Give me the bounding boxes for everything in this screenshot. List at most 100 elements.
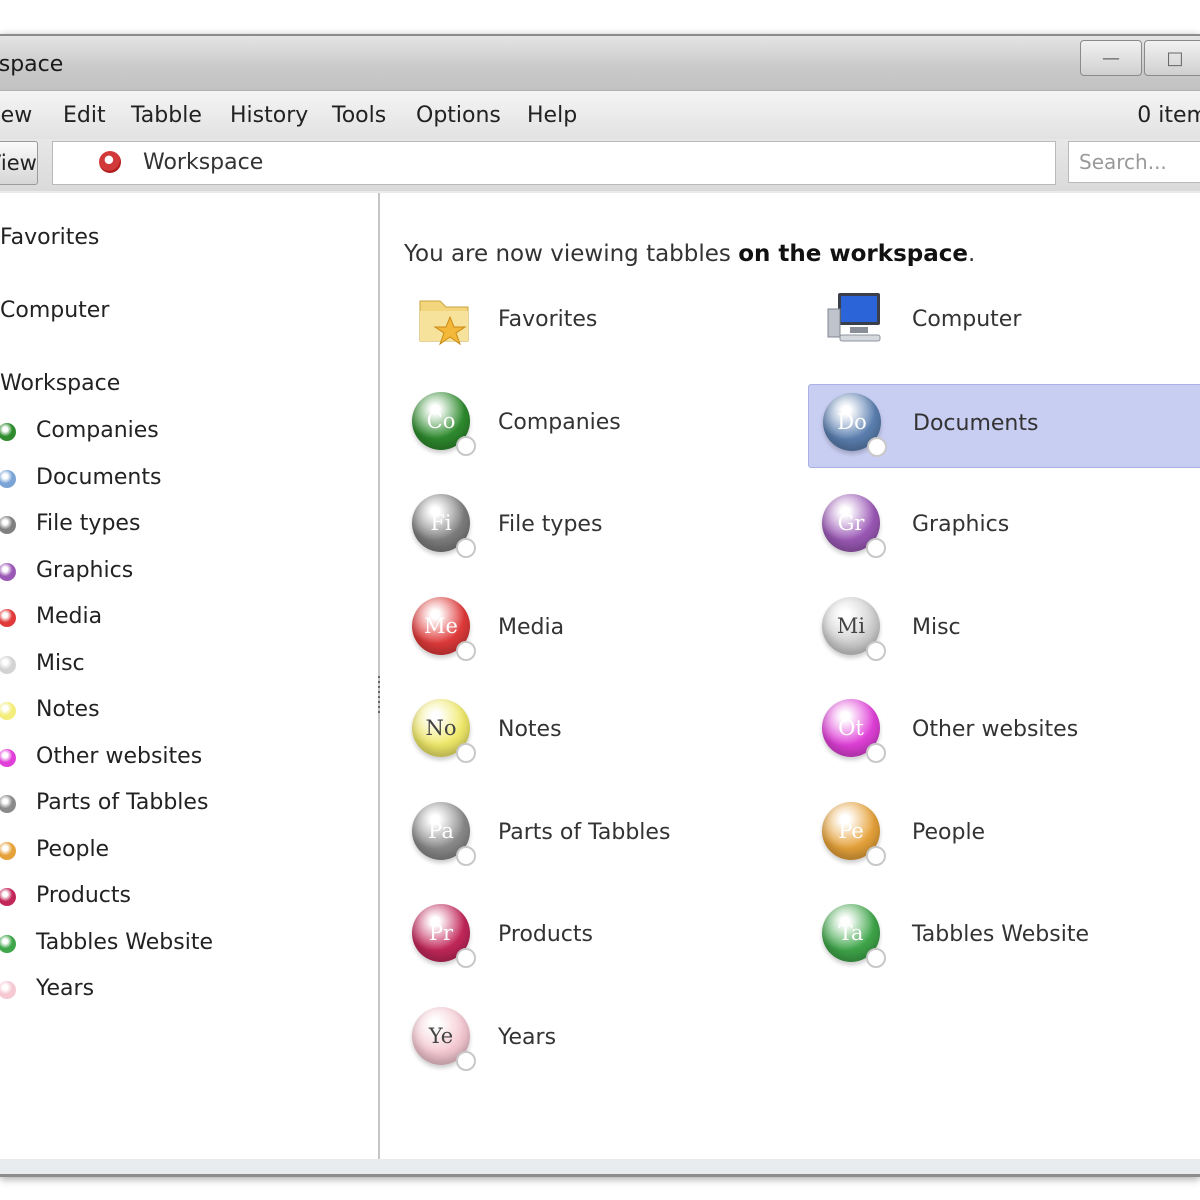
sidebar-item[interactable]: Companies — [0, 418, 159, 443]
sidebar-item-workspace[interactable]: Workspace — [0, 371, 120, 396]
sidebar-item[interactable]: Years — [0, 976, 94, 1001]
menu-tools[interactable]: Tools — [332, 103, 386, 128]
view-button[interactable]: View — [0, 141, 38, 185]
tabble-tile[interactable]: Pe People — [808, 794, 1200, 876]
tabble-dot-icon — [0, 934, 16, 953]
sidebar-item[interactable]: Other websites — [0, 744, 202, 769]
tabble-abbr: Do — [837, 409, 867, 434]
badge-icon — [456, 948, 476, 968]
tabble-dot-icon — [0, 655, 16, 674]
sidebar-item-label: Media — [36, 604, 103, 629]
maximize-button[interactable]: □ — [1144, 40, 1200, 76]
tabble-tile[interactable]: Co Companies — [398, 384, 798, 466]
address-text: Workspace — [143, 150, 264, 175]
tabble-dot-icon — [0, 423, 16, 441]
tabble-label: Parts of Tabbles — [498, 819, 671, 845]
menu-options[interactable]: Options — [416, 103, 501, 128]
tabble-label: Computer — [912, 307, 1022, 332]
badge-icon — [456, 435, 476, 456]
tabble-tile[interactable]: Gr Graphics — [808, 486, 1200, 568]
app-window: kspace — □ View Edit Tabble History Tool… — [0, 34, 1200, 1177]
menu-view[interactable]: View — [0, 103, 32, 128]
menu-bar: View Edit Tabble History Tools Options H… — [0, 91, 1200, 139]
sidebar-item[interactable]: Products — [0, 883, 131, 908]
tabble-ball-icon: Me — [412, 596, 476, 661]
tabble-tile[interactable]: Fi File types — [398, 486, 798, 568]
main-panel: You are now viewing tabbles on the works… — [380, 193, 1200, 1159]
badge-icon — [456, 538, 476, 558]
sidebar-item[interactable]: Misc — [0, 651, 85, 676]
badge-icon — [456, 1050, 476, 1071]
tabble-dot-icon — [0, 795, 16, 813]
sidebar-item[interactable]: Notes — [0, 697, 100, 722]
sidebar-item-computer[interactable]: Computer — [0, 298, 109, 323]
tabble-tile[interactable]: Ta Tabbles Website — [808, 896, 1200, 978]
tabble-abbr: Pe — [838, 818, 864, 843]
search-input[interactable]: Search... — [1068, 141, 1200, 183]
tabble-tile[interactable]: Pa Parts of Tabbles — [398, 794, 798, 876]
tabble-dot-icon — [0, 981, 16, 999]
tabble-label: Misc — [912, 614, 961, 640]
tabble-label: Favorites — [498, 307, 598, 332]
tabble-tile[interactable]: Do Documents — [808, 383, 1200, 468]
sidebar-item[interactable]: Graphics — [0, 558, 133, 583]
tabble-dot-icon — [0, 888, 16, 906]
tabble-abbr: No — [425, 716, 457, 740]
favorites-folder-icon — [414, 287, 476, 349]
address-bar[interactable]: Workspace — [52, 141, 1056, 185]
sidebar-item[interactable]: File types — [0, 511, 140, 536]
badge-icon — [867, 436, 887, 457]
sidebar-item-label: File types — [36, 511, 141, 536]
tabble-tile[interactable]: Favorites — [398, 281, 798, 363]
tabbles-logo-icon — [99, 151, 121, 173]
tabble-abbr: Ye — [428, 1023, 454, 1048]
tabble-tile[interactable]: Ye Years — [398, 999, 798, 1081]
badge-icon — [456, 640, 476, 661]
tabble-tile[interactable]: Mi Misc — [808, 589, 1200, 671]
tabble-ball-icon: Ot — [822, 699, 886, 763]
sidebar-item-favorites[interactable]: Favorites — [0, 225, 99, 250]
sidebar-item-label: Tabbles Website — [36, 929, 214, 955]
tabble-tile[interactable]: Ot Other websites — [808, 691, 1200, 773]
menu-help[interactable]: Help — [527, 103, 577, 128]
tabble-abbr: Pr — [428, 921, 454, 945]
sidebar-item[interactable]: Tabbles Website — [0, 930, 213, 955]
tabble-tile[interactable]: Computer — [808, 281, 1200, 363]
tabble-tile[interactable]: No Notes — [398, 691, 798, 773]
window-controls: — □ — [1078, 40, 1200, 76]
tabble-abbr: Fi — [430, 511, 452, 535]
sidebar: Favorites Computer Workspace Companies Do… — [0, 193, 380, 1159]
tabble-label: Documents — [913, 410, 1039, 436]
tabble-tile[interactable]: Me Media — [398, 589, 798, 671]
title-bar[interactable]: kspace — □ — [0, 36, 1200, 91]
tabble-label: Products — [498, 922, 593, 947]
sidebar-item[interactable]: Parts of Tabbles — [0, 790, 208, 815]
menu-edit[interactable]: Edit — [63, 103, 106, 128]
tabble-ball-icon: Ye — [412, 1006, 476, 1071]
minimize-icon: — — [1102, 47, 1120, 69]
tabble-abbr: Pa — [428, 818, 454, 843]
sidebar-item[interactable]: Media — [0, 604, 102, 629]
sidebar-item-label: People — [36, 836, 110, 862]
sidebar-item-label: Graphics — [36, 557, 134, 583]
tabble-label: Years — [498, 1024, 557, 1050]
tabble-tile[interactable]: Pr Products — [398, 896, 798, 978]
sidebar-item[interactable]: Documents — [0, 465, 161, 490]
sidebar-item[interactable]: People — [0, 837, 109, 862]
tabble-ball-icon: Do — [823, 392, 887, 457]
window-title: kspace — [0, 52, 64, 77]
tabble-abbr: Co — [426, 408, 456, 433]
badge-icon — [866, 743, 886, 763]
tabble-dot-icon — [0, 748, 16, 767]
minimize-button[interactable]: — — [1080, 40, 1142, 76]
tabble-label: People — [912, 819, 986, 845]
menu-tabble[interactable]: Tabble — [131, 103, 202, 128]
sidebar-item-label: Misc — [36, 650, 85, 676]
tabble-label: File types — [498, 512, 603, 537]
tabble-ball-icon: No — [412, 699, 476, 763]
sidebar-item-label: Other websites — [36, 743, 203, 769]
badge-icon — [456, 845, 476, 866]
menu-history[interactable]: History — [230, 103, 308, 128]
tabble-label: Graphics — [912, 512, 1010, 537]
sidebar-item-label: Notes — [36, 697, 100, 722]
